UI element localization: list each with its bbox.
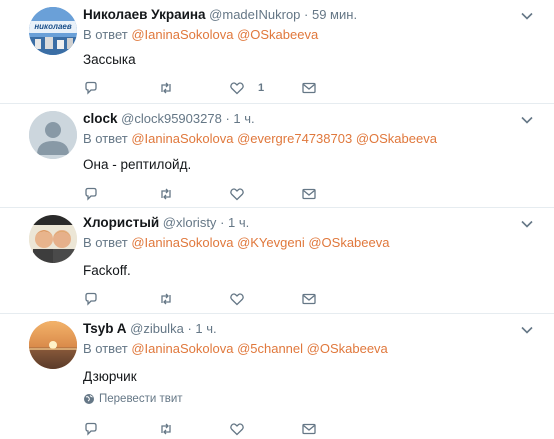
dm-icon xyxy=(302,188,316,200)
reply-icon xyxy=(85,422,97,436)
reply-context: В ответ @IaninaSokolova @evergre74738703… xyxy=(83,130,437,148)
like-icon xyxy=(230,82,244,95)
translate-tweet-link[interactable]: Перевести твит xyxy=(83,393,183,405)
mention-link[interactable]: @OSkabeeva xyxy=(308,235,389,250)
reply-icon xyxy=(85,81,97,95)
tweet-header: Николаев Украина @madeINukrop · 59 мин. xyxy=(83,6,357,24)
tweet-text: Fackoff. xyxy=(83,263,131,278)
tweet-actions xyxy=(83,419,343,439)
tweet-header: Tsyb A @zibulka · 1 ч. xyxy=(83,320,217,338)
author-handle[interactable]: @zibulka xyxy=(130,321,184,336)
dm-button[interactable] xyxy=(301,78,317,98)
reply-button[interactable] xyxy=(83,289,99,309)
mention-link[interactable]: @IaninaSokolova xyxy=(131,131,233,146)
dm-icon xyxy=(302,293,316,305)
like-count: 1 xyxy=(258,82,265,94)
tweet-actions xyxy=(83,184,343,204)
like-button[interactable]: 1 xyxy=(229,78,264,98)
mention-link[interactable]: @5channel xyxy=(237,341,303,356)
mention-link[interactable]: @IaninaSokolova xyxy=(131,27,233,42)
mention-link[interactable]: @IaninaSokolova xyxy=(131,341,233,356)
globe-icon xyxy=(84,394,94,404)
reply-prefix: В ответ xyxy=(83,27,128,42)
timestamp[interactable]: · 1 ч. xyxy=(187,321,216,336)
author-name[interactable]: Хлористый xyxy=(83,215,159,230)
dm-button[interactable] xyxy=(301,184,317,204)
like-icon xyxy=(230,423,244,436)
retweet-button[interactable] xyxy=(158,184,174,204)
retweet-button[interactable] xyxy=(158,419,174,439)
retweet-button[interactable] xyxy=(158,289,174,309)
avatar[interactable]: николаев xyxy=(29,7,77,55)
like-button[interactable] xyxy=(229,419,245,439)
reply-prefix: В ответ xyxy=(83,341,128,356)
avatar[interactable] xyxy=(29,321,77,369)
reply-context: В ответ @IaninaSokolova @KYevgeni @OSkab… xyxy=(83,234,389,252)
reply-prefix: В ответ xyxy=(83,131,128,146)
reply-button[interactable] xyxy=(83,78,99,98)
tweet-text: Зассыка xyxy=(83,52,136,67)
tweet-header: Хлористый @xloristy · 1 ч. xyxy=(83,214,249,232)
reply-button[interactable] xyxy=(83,419,99,439)
caret-down-icon[interactable] xyxy=(520,323,534,337)
author-handle[interactable]: @xloristy xyxy=(163,215,217,230)
timestamp[interactable]: · 59 мин. xyxy=(304,7,357,22)
retweet-button[interactable] xyxy=(158,78,174,98)
tweet-text: Она - рептилойд. xyxy=(83,157,192,172)
translate-label[interactable]: Перевести твит xyxy=(99,393,183,405)
retweet-icon xyxy=(161,82,171,94)
tweet-header: clock @clock95903278 · 1 ч. xyxy=(83,110,255,128)
mention-link[interactable]: @OSkabeeva xyxy=(307,341,388,356)
avatar[interactable] xyxy=(29,215,77,263)
timestamp[interactable]: · 1 ч. xyxy=(225,111,254,126)
mention-link[interactable]: @evergre74738703 xyxy=(237,131,352,146)
tweet-3[interactable]: Хлористый @xloristy · 1 ч. В ответ @Iani… xyxy=(0,208,554,314)
avatar[interactable] xyxy=(29,111,77,159)
caret-down-icon[interactable] xyxy=(520,9,534,23)
tweet-2[interactable]: clock @clock95903278 · 1 ч. В ответ @Ian… xyxy=(0,104,554,208)
like-button[interactable] xyxy=(229,184,245,204)
avatar-logo-text: николаев xyxy=(34,22,72,31)
tweet-1[interactable]: николаев Николаев Украина @madeINukrop ·… xyxy=(0,0,554,104)
like-icon xyxy=(230,188,244,201)
author-name[interactable]: Tsyb A xyxy=(83,321,127,336)
tweet-actions xyxy=(83,289,343,309)
caret-down-icon[interactable] xyxy=(520,113,534,127)
retweet-icon xyxy=(161,293,171,305)
retweet-icon xyxy=(161,188,171,200)
like-button[interactable] xyxy=(229,289,245,309)
author-handle[interactable]: @madeINukrop xyxy=(209,7,300,22)
reply-context: В ответ @IaninaSokolova @OSkabeeva xyxy=(83,26,318,44)
timestamp[interactable]: · 1 ч. xyxy=(220,215,249,230)
reply-button[interactable] xyxy=(83,184,99,204)
author-name[interactable]: clock xyxy=(83,111,118,126)
dm-icon xyxy=(302,82,316,94)
like-icon xyxy=(230,293,244,306)
reply-icon xyxy=(85,292,97,306)
mention-link[interactable]: @OSkabeeva xyxy=(356,131,437,146)
retweet-icon xyxy=(161,423,171,435)
author-name[interactable]: Николаев Украина xyxy=(83,7,206,22)
mention-link[interactable]: @IaninaSokolova xyxy=(131,235,233,250)
dm-button[interactable] xyxy=(301,419,317,439)
mention-link[interactable]: @KYevgeni xyxy=(237,235,305,250)
tweet-text: Дзюрчик xyxy=(83,369,137,384)
author-handle[interactable]: @clock95903278 xyxy=(121,111,222,126)
reply-prefix: В ответ xyxy=(83,235,128,250)
tweet-actions: 1 xyxy=(83,78,343,98)
dm-icon xyxy=(302,423,316,435)
reply-icon xyxy=(85,187,97,201)
dm-button[interactable] xyxy=(301,289,317,309)
reply-context: В ответ @IaninaSokolova @5channel @OSkab… xyxy=(83,340,388,358)
mention-link[interactable]: @OSkabeeva xyxy=(237,27,318,42)
tweet-4[interactable]: Tsyb A @zibulka · 1 ч. В ответ @IaninaSo… xyxy=(0,314,554,439)
caret-down-icon[interactable] xyxy=(520,217,534,231)
